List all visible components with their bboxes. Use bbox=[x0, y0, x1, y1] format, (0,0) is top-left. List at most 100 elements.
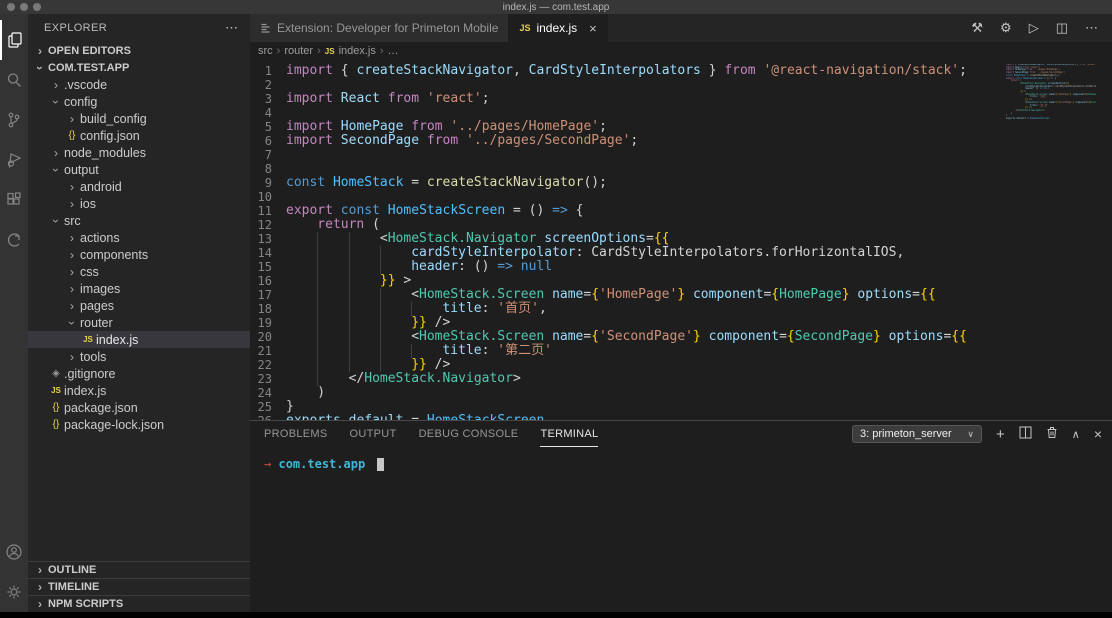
tree-item-config[interactable]: ›config bbox=[28, 93, 250, 110]
tree-item-output[interactable]: ›output bbox=[28, 161, 250, 178]
code-line-20[interactable]: 20<HomeStack.Screen name={'SecondPage'} … bbox=[250, 330, 1112, 344]
sidebar-explorer: EXPLORER ⋯ ›OPEN EDITORS›COM.TEST.APP›.v… bbox=[28, 14, 250, 612]
more-actions-icon[interactable]: ⋯ bbox=[1085, 20, 1098, 36]
tab-index-js[interactable]: JSindex.js× bbox=[509, 14, 607, 42]
tree-item-css[interactable]: ›css bbox=[28, 263, 250, 280]
breadcrumb-item[interactable]: src bbox=[258, 45, 273, 57]
code-line-11[interactable]: 11export const HomeStackScreen = () => { bbox=[250, 204, 1112, 218]
tree-item-components[interactable]: ›components bbox=[28, 246, 250, 263]
code-line-18[interactable]: 18title: '首页', bbox=[250, 302, 1112, 316]
code-line-6[interactable]: 6import SecondPage from '../pages/Second… bbox=[250, 134, 1112, 148]
explorer-icon[interactable] bbox=[0, 20, 28, 60]
terminal-content[interactable]: → com.test.app bbox=[250, 447, 1112, 471]
source-control-icon[interactable] bbox=[0, 100, 28, 140]
tree-section-open-editors[interactable]: ›OPEN EDITORS bbox=[28, 42, 250, 59]
sidebar-section-outline[interactable]: ›OUTLINE bbox=[28, 561, 250, 578]
chevron-collapsed-icon: › bbox=[64, 180, 80, 194]
code-line-7[interactable]: 7 bbox=[250, 148, 1112, 162]
code-line-19[interactable]: 19}} /> bbox=[250, 316, 1112, 330]
settings-gear-icon[interactable]: ⚙ bbox=[1000, 20, 1012, 36]
chevron-collapsed-icon: › bbox=[32, 563, 48, 577]
tree-item-tools[interactable]: ›tools bbox=[28, 348, 250, 365]
run-icon[interactable]: ▷ bbox=[1029, 20, 1039, 36]
accounts-icon[interactable] bbox=[0, 532, 28, 572]
code-line-22[interactable]: 22}} /> bbox=[250, 358, 1112, 372]
primeton-mobile-icon[interactable] bbox=[0, 220, 28, 260]
tree-section-com-test-app[interactable]: ›COM.TEST.APP bbox=[28, 59, 250, 76]
code-line-24[interactable]: 24) bbox=[250, 386, 1112, 400]
code-line-5[interactable]: 5import HomePage from '../pages/HomePage… bbox=[250, 120, 1112, 134]
code-line-1[interactable]: 1import { createStackNavigator, CardStyl… bbox=[250, 64, 1112, 78]
editor[interactable]: 1import { createStackNavigator, CardStyl… bbox=[250, 60, 1112, 420]
chevron-collapsed-icon: › bbox=[64, 248, 80, 262]
code-line-12[interactable]: 12return ( bbox=[250, 218, 1112, 232]
line-number: 16 bbox=[250, 274, 286, 288]
panel-tab-debug-console[interactable]: DEBUG CONSOLE bbox=[419, 421, 519, 447]
tree-item-index-js[interactable]: JSindex.js bbox=[28, 331, 250, 348]
terminal-select[interactable]: 3: primeton_server ∨ bbox=[852, 425, 982, 443]
code-content[interactable]: 1import { createStackNavigator, CardStyl… bbox=[250, 60, 1112, 420]
sidebar-section-npm-scripts[interactable]: ›NPM SCRIPTS bbox=[28, 595, 250, 612]
tree-item-config-json[interactable]: {}config.json bbox=[28, 127, 250, 144]
tree-item-label: index.js bbox=[64, 384, 106, 398]
split-editor-icon[interactable]: ◫ bbox=[1056, 20, 1068, 36]
tree-item-build-config[interactable]: ›build_config bbox=[28, 110, 250, 127]
js-file-icon: JS bbox=[80, 335, 96, 344]
code-line-16[interactable]: 16}} > bbox=[250, 274, 1112, 288]
maximize-panel-icon[interactable]: ∧ bbox=[1072, 428, 1080, 441]
terminal-cursor bbox=[377, 458, 384, 471]
sidebar-section-timeline[interactable]: ›TIMELINE bbox=[28, 578, 250, 595]
code-line-3[interactable]: 3import React from 'react'; bbox=[250, 92, 1112, 106]
tree-item-actions[interactable]: ›actions bbox=[28, 229, 250, 246]
code-line-15[interactable]: 15header: () => null bbox=[250, 260, 1112, 274]
explorer-more-icon[interactable]: ⋯ bbox=[225, 20, 238, 36]
code-line-25[interactable]: 25} bbox=[250, 400, 1112, 414]
sidebar-bottom-sections: ›OUTLINE›TIMELINE›NPM SCRIPTS bbox=[28, 561, 250, 612]
chevron-collapsed-icon: › bbox=[64, 299, 80, 313]
code-line-2[interactable]: 2 bbox=[250, 78, 1112, 92]
breadcrumb-item[interactable]: index.js bbox=[339, 45, 376, 57]
code-line-14[interactable]: 14cardStyleInterpolator: CardStyleInterp… bbox=[250, 246, 1112, 260]
tree-item-pages[interactable]: ›pages bbox=[28, 297, 250, 314]
code-line-9[interactable]: 9const HomeStack = createStackNavigator(… bbox=[250, 176, 1112, 190]
manage-gear-icon[interactable] bbox=[0, 572, 28, 612]
code-line-13[interactable]: 13<HomeStack.Navigator screenOptions={{ bbox=[250, 232, 1112, 246]
chevron-collapsed-icon: › bbox=[64, 282, 80, 296]
code-line-26[interactable]: 26exports.default = HomeStackScreen bbox=[250, 414, 1112, 420]
tree-item-router[interactable]: ›router bbox=[28, 314, 250, 331]
panel-tab-terminal[interactable]: TERMINAL bbox=[540, 421, 598, 447]
tree-item-android[interactable]: ›android bbox=[28, 178, 250, 195]
kill-terminal-icon[interactable] bbox=[1046, 426, 1058, 442]
code-line-17[interactable]: 17<HomeStack.Screen name={'HomePage'} co… bbox=[250, 288, 1112, 302]
code-line-8[interactable]: 8 bbox=[250, 162, 1112, 176]
breadcrumb-item[interactable]: router bbox=[284, 45, 313, 57]
panel-tab-problems[interactable]: PROBLEMS bbox=[264, 421, 328, 447]
code-line-23[interactable]: 23</HomeStack.Navigator> bbox=[250, 372, 1112, 386]
tree-item--vscode[interactable]: ›.vscode bbox=[28, 76, 250, 93]
code-line-10[interactable]: 10 bbox=[250, 190, 1112, 204]
split-terminal-icon[interactable] bbox=[1019, 426, 1032, 442]
tree-item-index-js[interactable]: JSindex.js bbox=[28, 382, 250, 399]
tree-item-images[interactable]: ›images bbox=[28, 280, 250, 297]
code-line-4[interactable]: 4 bbox=[250, 106, 1112, 120]
new-terminal-icon[interactable]: + bbox=[996, 426, 1005, 443]
tree-item-ios[interactable]: ›ios bbox=[28, 195, 250, 212]
tab-extension-developer-for-primeton-mobile[interactable]: Extension: Developer for Primeton Mobile bbox=[250, 14, 509, 42]
extension-tool-icon[interactable]: ⚒ bbox=[971, 20, 983, 36]
run-and-debug-icon[interactable] bbox=[0, 140, 28, 180]
extensions-icon[interactable] bbox=[0, 180, 28, 220]
tree-item-package-json[interactable]: {}package.json bbox=[28, 399, 250, 416]
code-line-21[interactable]: 21title: '第二页' bbox=[250, 344, 1112, 358]
tree-item--gitignore[interactable]: ◈.gitignore bbox=[28, 365, 250, 382]
breadcrumb-item[interactable]: … bbox=[388, 45, 399, 57]
search-icon[interactable] bbox=[0, 60, 28, 100]
tree-item-node-modules[interactable]: ›node_modules bbox=[28, 144, 250, 161]
line-number: 7 bbox=[250, 148, 286, 162]
tree-item-package-lock-json[interactable]: {}package-lock.json bbox=[28, 416, 250, 433]
close-tab-icon[interactable]: × bbox=[589, 21, 597, 36]
tree-item-src[interactable]: ›src bbox=[28, 212, 250, 229]
close-panel-icon[interactable]: × bbox=[1094, 426, 1102, 442]
line-number: 13 bbox=[250, 232, 286, 246]
minimap[interactable]: import { createStackNavigator, CardStyle… bbox=[1006, 64, 1096, 121]
panel-tab-output[interactable]: OUTPUT bbox=[350, 421, 397, 447]
